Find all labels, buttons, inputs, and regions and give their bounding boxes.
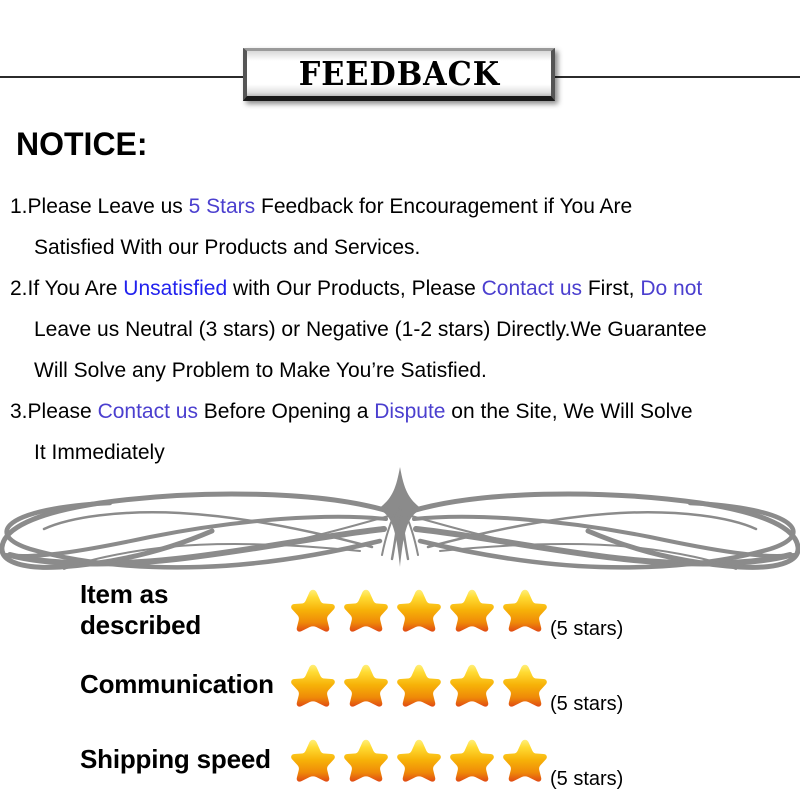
notice-item-number: 1. xyxy=(10,195,28,218)
notice-line: Will Solve any Problem to Make You’re Sa… xyxy=(10,350,800,391)
ratings-section: Item as described (5 stars) Communication (… xyxy=(0,572,800,797)
banner-title: FEEDBACK xyxy=(298,54,500,93)
rating-stars[interactable] xyxy=(290,737,548,783)
notice-text: with Our Products, Please xyxy=(227,277,482,300)
notice-highlight: Contact us xyxy=(481,277,583,300)
notice-text: Satisfied With our Products and Services… xyxy=(34,236,421,259)
notice-text: Please Leave us xyxy=(27,195,189,218)
rating-label: Item as described xyxy=(80,578,202,640)
notice-line: Leave us Neutral (3 stars) or Negative (… xyxy=(10,309,800,350)
star-icon[interactable] xyxy=(449,737,495,783)
notice-highlight: Do not xyxy=(640,277,703,300)
notice-line: 1.Please Leave us 5 Stars Feedback for E… xyxy=(10,186,800,227)
star-icon[interactable] xyxy=(343,737,389,783)
rating-label: Shipping speed xyxy=(80,744,271,774)
notice-line: Satisfied With our Products and Services… xyxy=(10,227,800,268)
banner-box-inner: FEEDBACK xyxy=(247,51,551,96)
notice-text: Leave us Neutral (3 stars) or Negative (… xyxy=(34,318,707,341)
star-icon[interactable] xyxy=(502,587,548,633)
banner-rule-right xyxy=(552,76,800,78)
notice-line: 2.If You Are Unsatisfied with Our Produc… xyxy=(10,268,800,309)
feedback-banner: FEEDBACK xyxy=(0,0,800,112)
rating-row: Item as described (5 stars) xyxy=(0,572,800,647)
notice-heading: NOTICE: xyxy=(16,126,148,162)
star-icon[interactable] xyxy=(449,662,495,708)
notice-text: Please xyxy=(27,400,98,423)
rating-row: Communication (5 stars) xyxy=(0,647,800,722)
rating-count-label: (5 stars) xyxy=(550,693,624,715)
rating-stars[interactable] xyxy=(290,662,548,708)
banner-box: FEEDBACK xyxy=(243,48,555,101)
notice-highlight: Unsatisfied xyxy=(123,277,228,300)
star-icon[interactable] xyxy=(502,662,548,708)
notice-highlight: Dispute xyxy=(374,400,446,423)
rating-stars[interactable] xyxy=(290,587,548,633)
notice-item: 1.Please Leave us 5 Stars Feedback for E… xyxy=(10,186,800,268)
notice-text: Feedback for Encouragement if You Are xyxy=(255,195,633,218)
star-icon[interactable] xyxy=(290,737,336,783)
rating-label: Communication xyxy=(80,669,274,699)
rating-count-label: (5 stars) xyxy=(550,768,624,790)
star-icon[interactable] xyxy=(343,587,389,633)
notice-text: If You Are xyxy=(27,277,124,300)
rating-row: Shipping speed (5 stars) xyxy=(0,722,800,797)
star-icon[interactable] xyxy=(449,587,495,633)
ornament-divider xyxy=(0,467,800,570)
star-icon[interactable] xyxy=(396,662,442,708)
notice-text: Before Opening a xyxy=(197,400,375,423)
star-icon[interactable] xyxy=(290,662,336,708)
notice-text: on the Site, We Will Solve xyxy=(445,400,693,423)
banner-rule-left xyxy=(0,76,248,78)
star-icon[interactable] xyxy=(290,587,336,633)
notice-highlight: 5 Stars xyxy=(188,195,256,218)
notice-line: 3.Please Contact us Before Opening a Dis… xyxy=(10,391,800,432)
rating-count-label: (5 stars) xyxy=(550,618,624,640)
star-icon[interactable] xyxy=(396,737,442,783)
notice-item: 2.If You Are Unsatisfied with Our Produc… xyxy=(10,268,800,391)
notice-highlight: Contact us xyxy=(97,400,198,423)
notice-list: 1.Please Leave us 5 Stars Feedback for E… xyxy=(10,186,800,473)
notice-item-number: 2. xyxy=(10,277,28,300)
star-icon[interactable] xyxy=(343,662,389,708)
star-icon[interactable] xyxy=(502,737,548,783)
notice-item-number: 3. xyxy=(10,400,28,423)
notice-text: Will Solve any Problem to Make You’re Sa… xyxy=(34,359,487,382)
notice-text: First, xyxy=(582,277,641,300)
star-icon[interactable] xyxy=(396,587,442,633)
